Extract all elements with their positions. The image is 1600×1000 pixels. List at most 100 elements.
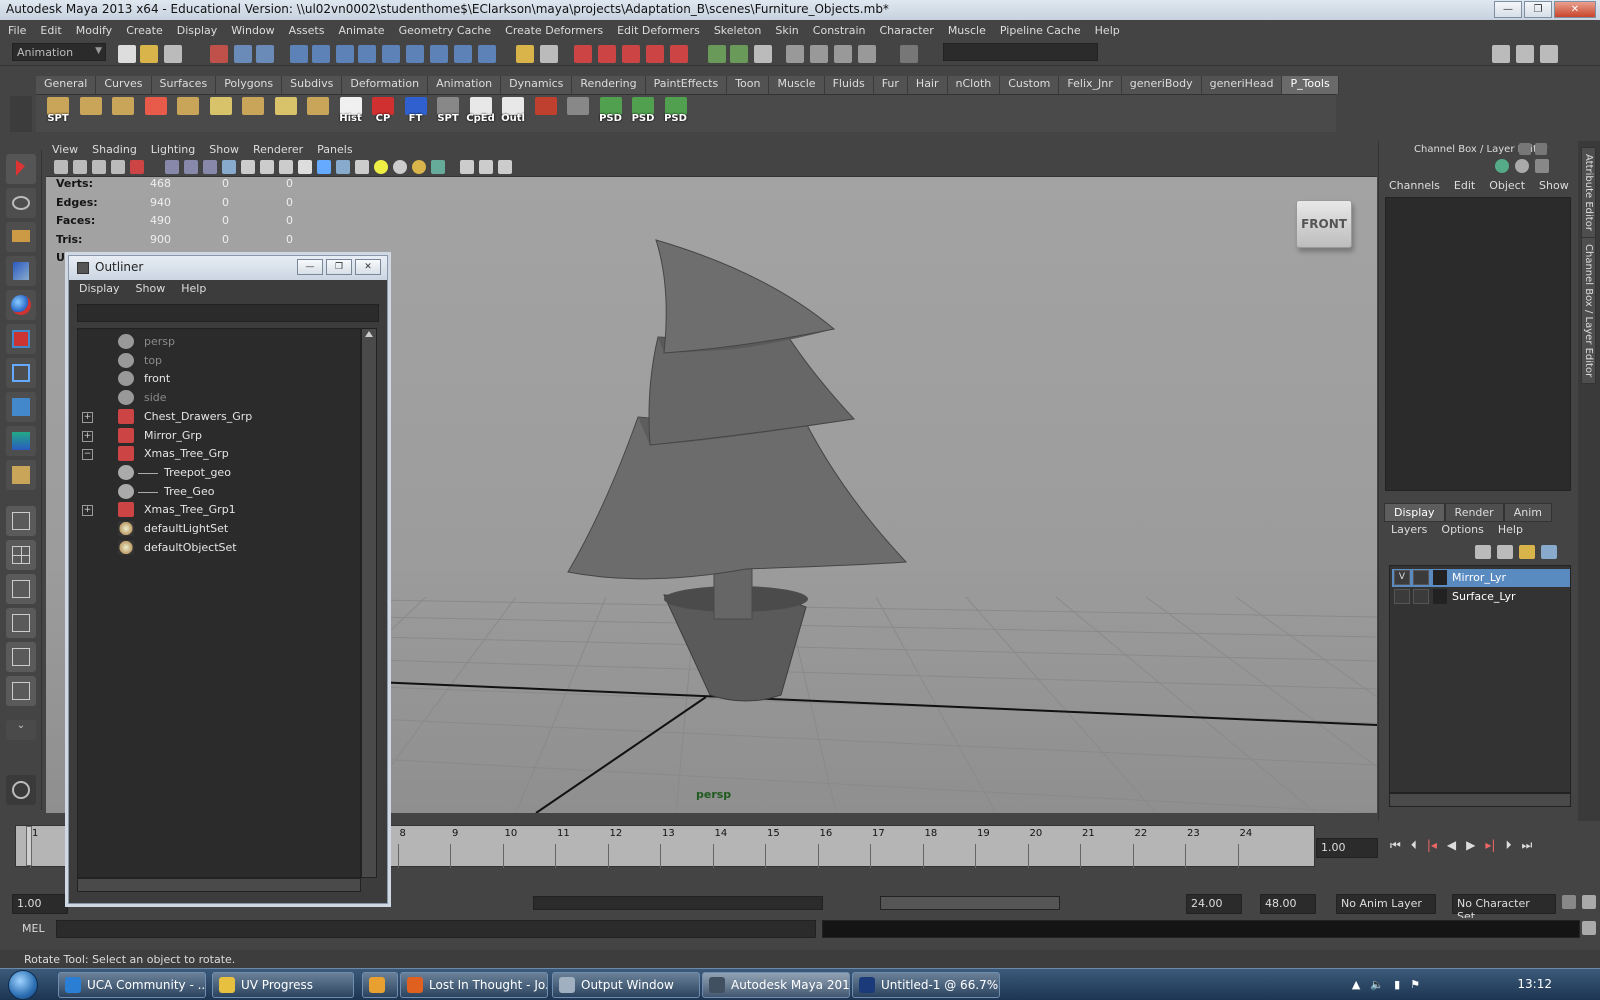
maximize-button[interactable]: ❐ xyxy=(1524,1,1552,18)
layout-icon[interactable] xyxy=(1492,45,1510,63)
close-button[interactable]: ✕ xyxy=(1554,1,1596,18)
safe-title-icon[interactable] xyxy=(298,160,312,174)
four-pane-layout-icon[interactable] xyxy=(6,540,36,570)
taskbar-item-output-window[interactable]: Output Window xyxy=(552,972,700,998)
hypershade-layout-icon[interactable] xyxy=(6,642,36,672)
channel-menu-channels[interactable]: Channels xyxy=(1389,179,1440,192)
layer-playback-toggle[interactable] xyxy=(1413,589,1429,604)
expand-icon[interactable]: + xyxy=(82,411,93,423)
range-slider-bar[interactable] xyxy=(533,896,823,910)
network-icon[interactable]: ▮ xyxy=(1394,978,1400,991)
universal-manipulator-icon[interactable] xyxy=(6,358,36,388)
outliner-item[interactable]: + Xmas_Tree_Grp1 xyxy=(78,501,360,519)
outliner-menu-show[interactable]: Show xyxy=(136,282,166,298)
range-start-field[interactable]: 1.00 xyxy=(12,894,68,914)
collapse-icon[interactable]: − xyxy=(82,449,93,461)
play-backwards-icon[interactable]: ◀ xyxy=(1447,838,1456,853)
gate-mask-icon[interactable] xyxy=(241,160,255,174)
menu-edit[interactable]: Edit xyxy=(40,24,61,37)
outliner-item[interactable]: + Chest_Drawers_Grp xyxy=(78,408,360,426)
current-time-field[interactable]: 1.00 xyxy=(1316,838,1378,858)
select-tool-icon[interactable] xyxy=(6,154,36,184)
input-ops-icon[interactable] xyxy=(622,45,640,63)
range-end-field[interactable]: 24.00 xyxy=(1186,894,1242,914)
output-ops-icon[interactable] xyxy=(646,45,664,63)
shelf-tab-felix-jnr[interactable]: Felix_Jnr xyxy=(1059,76,1122,94)
layer-row[interactable]: Surface_Lyr xyxy=(1392,588,1570,606)
scale-tool-icon[interactable] xyxy=(6,324,36,354)
safe-action-icon[interactable] xyxy=(279,160,293,174)
layer-tab-render[interactable]: Render xyxy=(1444,503,1504,522)
hypershade-icon[interactable] xyxy=(786,45,804,63)
graph-layout-icon[interactable] xyxy=(6,608,36,638)
history-icon[interactable] xyxy=(574,45,592,63)
layer-list-scrollbar[interactable] xyxy=(1389,793,1571,807)
render-view-icon[interactable] xyxy=(810,45,828,63)
shelf-tab-p-tools[interactable]: P_Tools xyxy=(1282,76,1339,94)
close-panel-icon[interactable] xyxy=(1535,143,1547,155)
outliner-title-bar[interactable]: Outliner — ❐ ✕ xyxy=(69,256,387,280)
taskbar-item-uv-progress[interactable]: UV Progress xyxy=(212,972,354,998)
taskbar-item-autodesk-maya-2013[interactable]: Autodesk Maya 2013... xyxy=(702,972,850,998)
shelf-tab-painteffects[interactable]: PaintEffects xyxy=(645,76,728,94)
expand-icon[interactable]: + xyxy=(82,430,93,442)
snap-view-icon[interactable] xyxy=(454,45,472,63)
layer-playback-toggle[interactable] xyxy=(1413,570,1429,585)
shelf-button-16[interactable] xyxy=(562,97,594,129)
ipr-render-icon[interactable] xyxy=(730,45,748,63)
viewport-menu-show[interactable]: Show xyxy=(209,143,239,156)
script-editor-button-icon[interactable] xyxy=(1582,921,1596,935)
shelf-tab-generibody[interactable]: generiBody xyxy=(1121,76,1202,94)
scroll-up-icon[interactable] xyxy=(365,331,373,337)
channel-menu-object[interactable]: Object xyxy=(1489,179,1525,192)
menu-constrain[interactable]: Constrain xyxy=(813,24,866,37)
camera-select-icon[interactable] xyxy=(54,160,68,174)
channel-box-toggle-icon-c[interactable] xyxy=(1535,159,1549,173)
shelf-button-8[interactable] xyxy=(302,97,334,129)
field-chart-icon[interactable] xyxy=(260,160,274,174)
menu-geometry-cache[interactable]: Geometry Cache xyxy=(399,24,492,37)
shelf-tab-subdivs[interactable]: Subdivs xyxy=(282,76,343,94)
float-panel-icon[interactable] xyxy=(1519,143,1531,155)
shelf-tab-generihead[interactable]: generiHead xyxy=(1201,76,1283,94)
default-light-icon[interactable] xyxy=(374,160,388,174)
channel-menu-edit[interactable]: Edit xyxy=(1454,179,1475,192)
graph-editor-icon[interactable] xyxy=(834,45,852,63)
shelf-tab-fur[interactable]: Fur xyxy=(873,76,908,94)
outliner-menu-help[interactable]: Help xyxy=(181,282,206,298)
render-settings-icon[interactable] xyxy=(754,45,772,63)
outliner-item[interactable]: Treepot_geo xyxy=(78,464,360,482)
step-forward-frame-icon[interactable]: ▸| xyxy=(1485,838,1495,853)
move-tool-icon[interactable] xyxy=(6,256,36,286)
outliner-layout-icon[interactable] xyxy=(6,574,36,604)
channel-box-toggle-icon-b[interactable] xyxy=(1515,159,1529,173)
character-set-dropdown[interactable]: No Character Set xyxy=(1452,894,1556,923)
menu-skeleton[interactable]: Skeleton xyxy=(714,24,762,37)
menu-skin[interactable]: Skin xyxy=(775,24,798,37)
snap-plane-icon[interactable] xyxy=(382,45,400,63)
camera-attr-icon[interactable] xyxy=(73,160,87,174)
outliner-search-input[interactable] xyxy=(77,304,379,322)
layer-menu-layers[interactable]: Layers xyxy=(1391,523,1427,536)
outliner-item[interactable]: top xyxy=(78,352,360,370)
select-component-icon[interactable] xyxy=(256,45,274,63)
shelf-button-5[interactable] xyxy=(205,97,237,129)
command-language-label[interactable]: MEL xyxy=(22,922,45,935)
play-forwards-icon[interactable]: ▶ xyxy=(1466,838,1475,853)
outliner-item[interactable]: + Mirror_Grp xyxy=(78,427,360,445)
paint-select-tool-icon[interactable] xyxy=(6,222,36,252)
shelf-button-cped-13[interactable]: CpEd xyxy=(465,97,497,129)
shelf-tab-custom[interactable]: Custom xyxy=(1000,76,1060,94)
shelf-button-ft-11[interactable]: FT xyxy=(400,97,432,129)
outliner-horizontal-scrollbar[interactable] xyxy=(77,878,361,892)
textured-icon[interactable] xyxy=(412,160,426,174)
layer-tab-anim[interactable]: Anim xyxy=(1503,503,1552,522)
shelf-tab-curves[interactable]: Curves xyxy=(96,76,152,94)
expand-icon[interactable]: + xyxy=(82,505,93,517)
attribute-editor-toggle-icon[interactable] xyxy=(1516,45,1534,63)
outliner-item[interactable]: persp xyxy=(78,333,360,351)
channel-menu-show[interactable]: Show xyxy=(1539,179,1569,192)
last-tool-icon[interactable] xyxy=(6,460,36,490)
make-live-icon[interactable] xyxy=(406,45,424,63)
shelf-button-outl-14[interactable]: Outl xyxy=(497,97,529,129)
